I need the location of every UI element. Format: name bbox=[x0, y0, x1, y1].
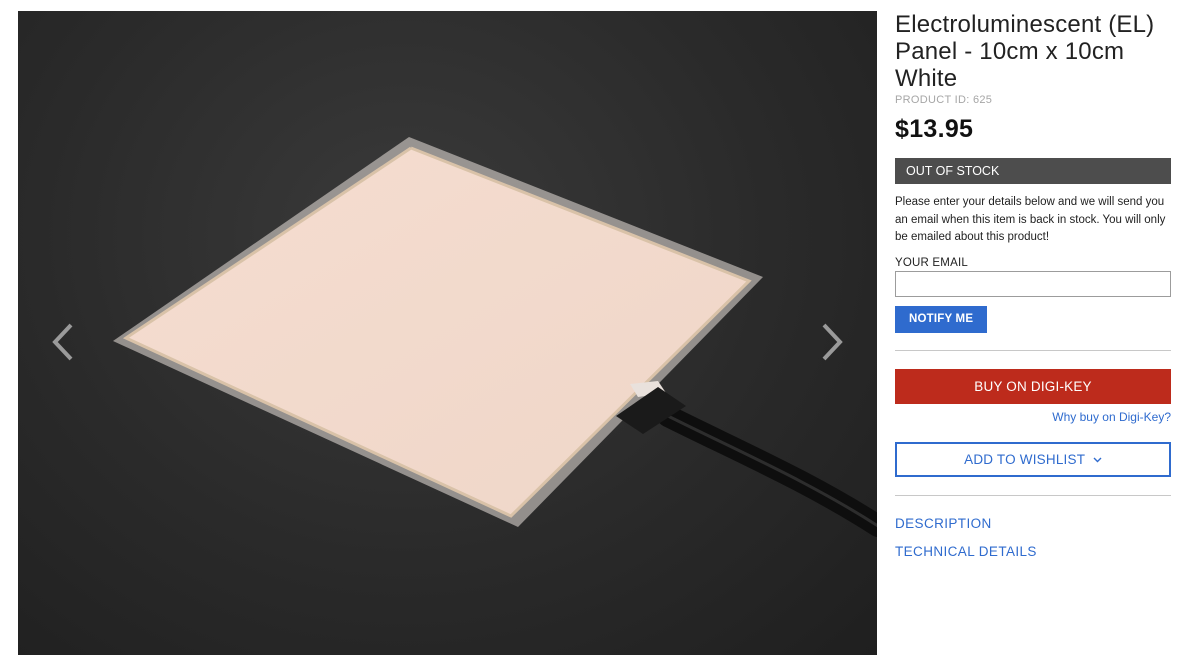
chevron-right-icon bbox=[822, 323, 843, 361]
buy-on-digikey-button[interactable]: BUY ON DIGI-KEY bbox=[895, 368, 1171, 404]
divider bbox=[895, 494, 1171, 496]
product-image-gallery bbox=[18, 11, 877, 655]
add-to-wishlist-button[interactable]: ADD TO WISHLIST bbox=[895, 441, 1171, 477]
notify-me-button[interactable]: NOTIFY ME bbox=[895, 305, 988, 333]
description-link[interactable]: DESCRIPTION bbox=[895, 516, 1171, 531]
wishlist-label: ADD TO WISHLIST bbox=[964, 451, 1085, 467]
next-image-button[interactable] bbox=[812, 317, 852, 367]
email-field[interactable] bbox=[895, 270, 1171, 297]
chevron-down-icon bbox=[1093, 457, 1102, 463]
product-price: $13.95 bbox=[895, 115, 974, 143]
email-label: YOUR EMAIL bbox=[895, 256, 968, 269]
product-info-panel: Electroluminescent (EL) Panel - 10cm x 1… bbox=[895, 11, 1171, 559]
back-in-stock-notice: Please enter your details below and we w… bbox=[895, 196, 1166, 244]
product-title: Electroluminescent (EL) Panel - 10cm x 1… bbox=[895, 11, 1155, 92]
why-buy-digikey-link[interactable]: Why buy on Digi-Key? bbox=[895, 410, 1171, 424]
el-panel-photo bbox=[113, 137, 877, 537]
technical-details-link[interactable]: TECHNICAL DETAILS bbox=[895, 544, 1171, 559]
previous-image-button[interactable] bbox=[43, 317, 83, 367]
product-id: PRODUCT ID: 625 bbox=[895, 94, 993, 106]
stock-status-banner: OUT OF STOCK bbox=[895, 158, 1171, 184]
chevron-left-icon bbox=[52, 323, 73, 361]
divider bbox=[895, 349, 1171, 351]
